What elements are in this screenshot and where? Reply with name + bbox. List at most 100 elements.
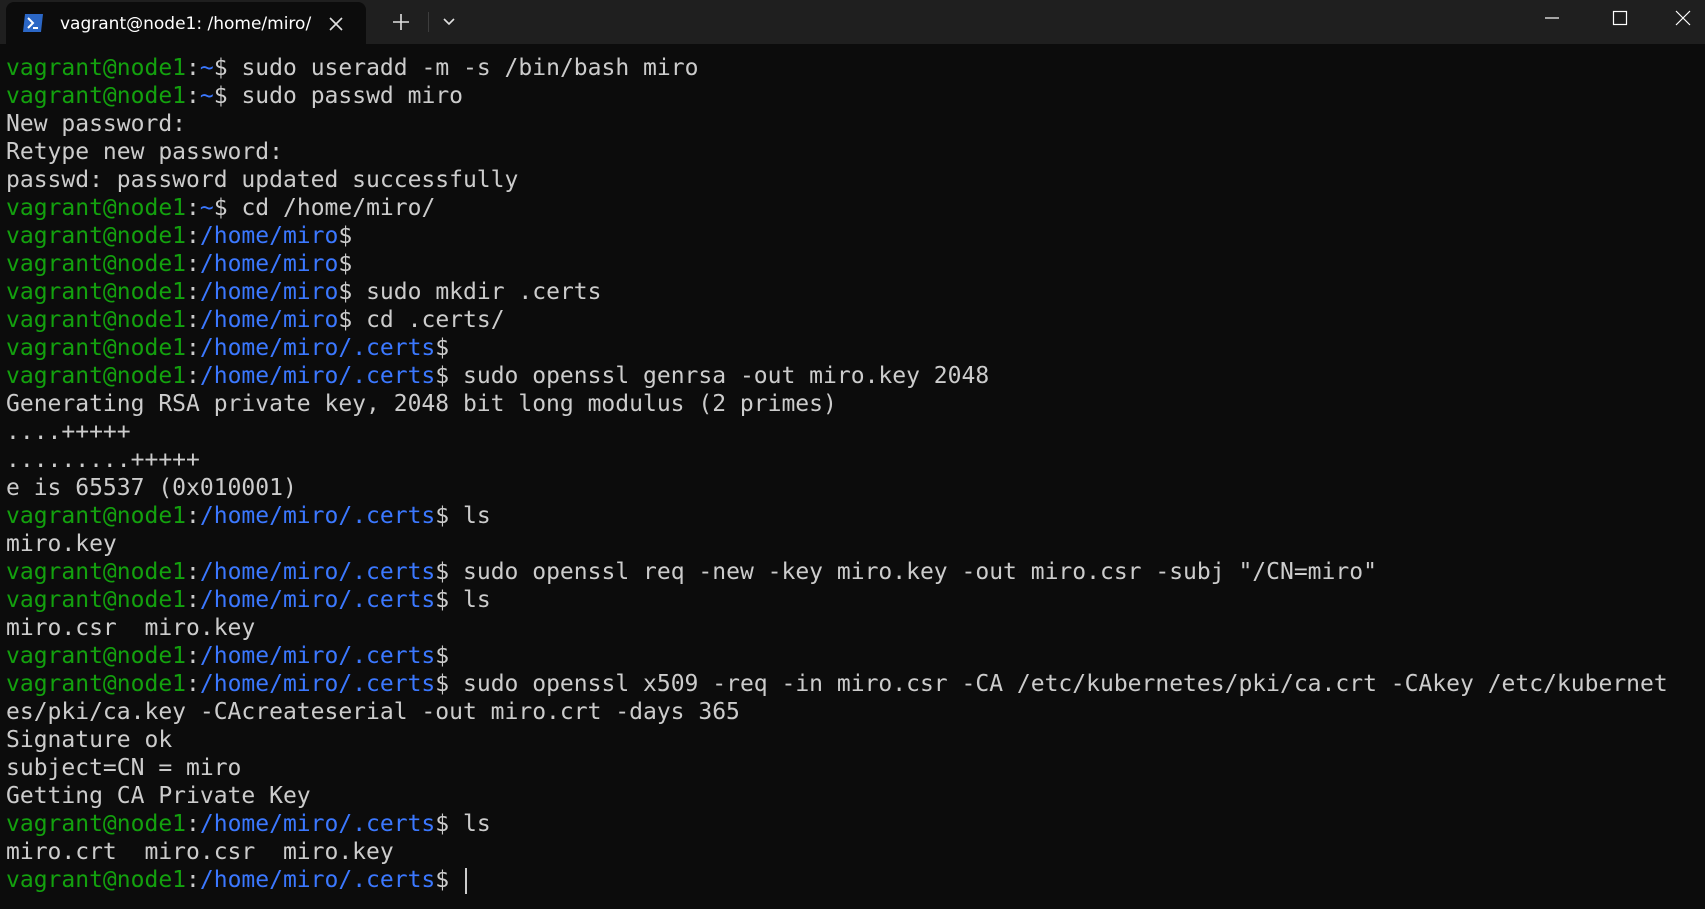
command-text: sudo useradd -m -s /bin/bash miro bbox=[241, 55, 699, 81]
minimize-button[interactable] bbox=[1521, 0, 1583, 36]
prompt-line: vagrant@node1:/home/miro/.certs$ sudo op… bbox=[6, 670, 1705, 698]
prompt-user-host: vagrant@node1 bbox=[6, 279, 187, 305]
prompt-path: /home/miro bbox=[199, 223, 339, 249]
prompt-separator: : bbox=[186, 55, 200, 81]
close-icon bbox=[1675, 10, 1691, 26]
prompt-symbol: $ bbox=[213, 55, 228, 81]
prompt-user-host: vagrant@node1 bbox=[6, 83, 187, 109]
terminal-window: vagrant@node1: /home/miro/ vagrant@node1… bbox=[0, 0, 1705, 909]
prompt-path: /home/miro/.certs bbox=[199, 867, 436, 893]
maximize-icon bbox=[1612, 10, 1628, 26]
prompt-path: /home/miro/.certs bbox=[199, 643, 436, 669]
close-window-button[interactable] bbox=[1652, 0, 1705, 36]
prompt-symbol: $ bbox=[338, 223, 353, 249]
maximize-button[interactable] bbox=[1589, 0, 1651, 36]
prompt-symbol: $ bbox=[435, 363, 450, 389]
output-line: ....+++++ bbox=[6, 419, 131, 445]
prompt-separator: : bbox=[186, 671, 200, 697]
prompt-user-host: vagrant@node1 bbox=[6, 643, 187, 669]
prompt-user-host: vagrant@node1 bbox=[6, 223, 187, 249]
prompt-user-host: vagrant@node1 bbox=[6, 195, 187, 221]
prompt-separator: : bbox=[186, 335, 200, 361]
prompt-symbol: $ bbox=[213, 195, 228, 221]
prompt-separator: : bbox=[186, 587, 200, 613]
prompt-user-host: vagrant@node1 bbox=[6, 587, 187, 613]
output-line: miro.csr miro.key bbox=[6, 615, 256, 641]
output-line: .........+++++ bbox=[6, 447, 200, 473]
prompt-path: /home/miro bbox=[199, 307, 339, 333]
prompt-user-host: vagrant@node1 bbox=[6, 307, 187, 333]
tab-active[interactable]: vagrant@node1: /home/miro/ bbox=[6, 2, 366, 44]
prompt-symbol: $ bbox=[338, 307, 353, 333]
prompt-path: /home/miro/.certs bbox=[199, 671, 436, 697]
prompt-separator: : bbox=[186, 559, 200, 585]
output-line: Getting CA Private Key bbox=[6, 783, 311, 809]
prompt-line: vagrant@node1:~$ sudo passwd miro bbox=[6, 82, 1705, 110]
prompt-user-host: vagrant@node1 bbox=[6, 503, 187, 529]
prompt-line: vagrant@node1:/home/miro$ bbox=[6, 222, 1705, 250]
command-text: sudo openssl x509 -req -in miro.csr -CA … bbox=[463, 671, 1668, 697]
prompt-path: /home/miro/.certs bbox=[199, 363, 436, 389]
prompt-path: /home/miro bbox=[199, 279, 339, 305]
output-line: es/pki/ca.key -CAcreateserial -out miro.… bbox=[6, 699, 740, 725]
plus-icon[interactable] bbox=[388, 9, 414, 35]
title-bar: vagrant@node1: /home/miro/ bbox=[0, 0, 1705, 44]
output-line: miro.crt miro.csr miro.key bbox=[6, 839, 394, 865]
prompt-user-host: vagrant@node1 bbox=[6, 559, 187, 585]
prompt-separator: : bbox=[186, 251, 200, 277]
command-text: sudo openssl genrsa -out miro.key 2048 bbox=[463, 363, 990, 389]
tab-divider bbox=[428, 12, 429, 32]
command-text: sudo openssl req -new -key miro.key -out… bbox=[463, 559, 1377, 585]
prompt-user-host: vagrant@node1 bbox=[6, 671, 187, 697]
prompt-user-host: vagrant@node1 bbox=[6, 251, 187, 277]
prompt-symbol: $ bbox=[435, 503, 450, 529]
prompt-path: /home/miro/.certs bbox=[199, 811, 436, 837]
prompt-line: vagrant@node1:/home/miro/.certs$ bbox=[6, 334, 1705, 362]
prompt-path: ~ bbox=[199, 55, 214, 81]
prompt-separator: : bbox=[186, 223, 200, 249]
prompt-line: vagrant@node1:/home/miro$ bbox=[6, 250, 1705, 278]
prompt-user-host: vagrant@node1 bbox=[6, 55, 187, 81]
prompt-separator: : bbox=[186, 279, 200, 305]
prompt-line: vagrant@node1:~$ sudo useradd -m -s /bin… bbox=[6, 54, 1705, 82]
command-text: ls bbox=[463, 587, 491, 613]
command-text: cd .certs/ bbox=[366, 307, 505, 333]
prompt-path: /home/miro bbox=[199, 251, 339, 277]
command-text: cd /home/miro/ bbox=[241, 195, 436, 221]
prompt-line: vagrant@node1:/home/miro$ sudo mkdir .ce… bbox=[6, 278, 1705, 306]
prompt-separator: : bbox=[186, 363, 200, 389]
prompt-line: vagrant@node1:/home/miro/.certs$ sudo op… bbox=[6, 558, 1705, 586]
command-text: sudo mkdir .certs bbox=[366, 279, 602, 305]
close-icon[interactable] bbox=[324, 12, 348, 36]
output-line: subject=CN = miro bbox=[6, 755, 242, 781]
prompt-symbol: $ bbox=[435, 587, 450, 613]
output-line: Generating RSA private key, 2048 bit lon… bbox=[6, 391, 837, 417]
prompt-path: /home/miro/.certs bbox=[199, 335, 436, 361]
prompt-separator: : bbox=[186, 83, 200, 109]
text-cursor bbox=[465, 867, 467, 894]
prompt-separator: : bbox=[186, 503, 200, 529]
prompt-symbol: $ bbox=[435, 643, 450, 669]
command-text: ls bbox=[463, 811, 491, 837]
prompt-symbol: $ bbox=[435, 811, 450, 837]
prompt-separator: : bbox=[186, 867, 200, 893]
prompt-path: ~ bbox=[199, 195, 214, 221]
prompt-symbol: $ bbox=[435, 335, 450, 361]
prompt-line: vagrant@node1:/home/miro/.certs$ ls bbox=[6, 810, 1705, 838]
prompt-line: vagrant@node1:/home/miro/.certs$ bbox=[6, 866, 1705, 894]
command-text: sudo passwd miro bbox=[241, 83, 464, 109]
terminal-output[interactable]: vagrant@node1:~$ sudo useradd -m -s /bin… bbox=[0, 44, 1705, 909]
command-text: ls bbox=[463, 503, 491, 529]
prompt-line: vagrant@node1:/home/miro/.certs$ ls bbox=[6, 586, 1705, 614]
output-line: passwd: password updated successfully bbox=[6, 167, 519, 193]
prompt-line: vagrant@node1:/home/miro$ cd .certs/ bbox=[6, 306, 1705, 334]
output-line: New password: bbox=[6, 111, 187, 137]
prompt-user-host: vagrant@node1 bbox=[6, 363, 187, 389]
prompt-separator: : bbox=[186, 643, 200, 669]
prompt-path: /home/miro/.certs bbox=[199, 587, 436, 613]
chevron-down-icon[interactable] bbox=[436, 9, 462, 35]
prompt-separator: : bbox=[186, 811, 200, 837]
output-line: miro.key bbox=[6, 531, 117, 557]
prompt-symbol: $ bbox=[338, 279, 353, 305]
output-line: Signature ok bbox=[6, 727, 173, 753]
